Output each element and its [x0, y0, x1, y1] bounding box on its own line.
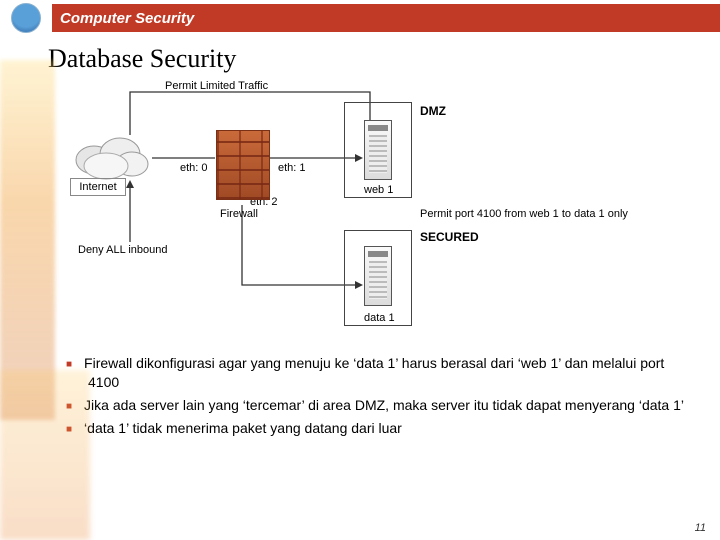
dmz-label: DMZ — [420, 104, 446, 118]
bullet-item: Firewall dikonfigurasi agar yang menuju … — [88, 354, 690, 392]
eth0-label: eth: 0 — [180, 162, 208, 174]
bullet-item: ‘data 1’ tidak menerima paket yang datan… — [88, 419, 690, 438]
secured-label: SECURED — [420, 230, 479, 244]
logo-cell — [0, 0, 52, 36]
bullet-block: Firewall dikonfigurasi agar yang menuju … — [62, 354, 690, 438]
web1-label: web 1 — [364, 184, 393, 196]
web1-server-icon — [364, 120, 392, 180]
firewall-icon — [216, 130, 270, 200]
slide-title: Database Security — [48, 44, 720, 74]
page-number: 11 — [695, 522, 706, 534]
data1-label: data 1 — [364, 312, 395, 324]
permit-limited-label: Permit Limited Traffic — [165, 80, 268, 92]
side-decoration — [0, 60, 55, 420]
brain-logo-icon — [11, 3, 41, 33]
bullet-item: Jika ada server lain yang ‘tercemar’ di … — [88, 396, 690, 415]
eth1-label: eth: 1 — [278, 162, 306, 174]
network-diagram: Permit Limited Traffic Internet eth: 0 e… — [70, 80, 680, 340]
internet-label-box: Internet — [70, 178, 126, 196]
data1-server-icon — [364, 246, 392, 306]
firewall-label: Firewall — [220, 208, 258, 220]
internet-label: Internet — [79, 181, 116, 193]
header-bar: Computer Security — [0, 0, 720, 36]
deny-inbound-label: Deny ALL inbound — [78, 244, 168, 256]
course-title: Computer Security — [52, 4, 720, 32]
internet-cloud-icon — [72, 132, 152, 180]
permit-port-note: Permit port 4100 from web 1 to data 1 on… — [420, 208, 650, 220]
